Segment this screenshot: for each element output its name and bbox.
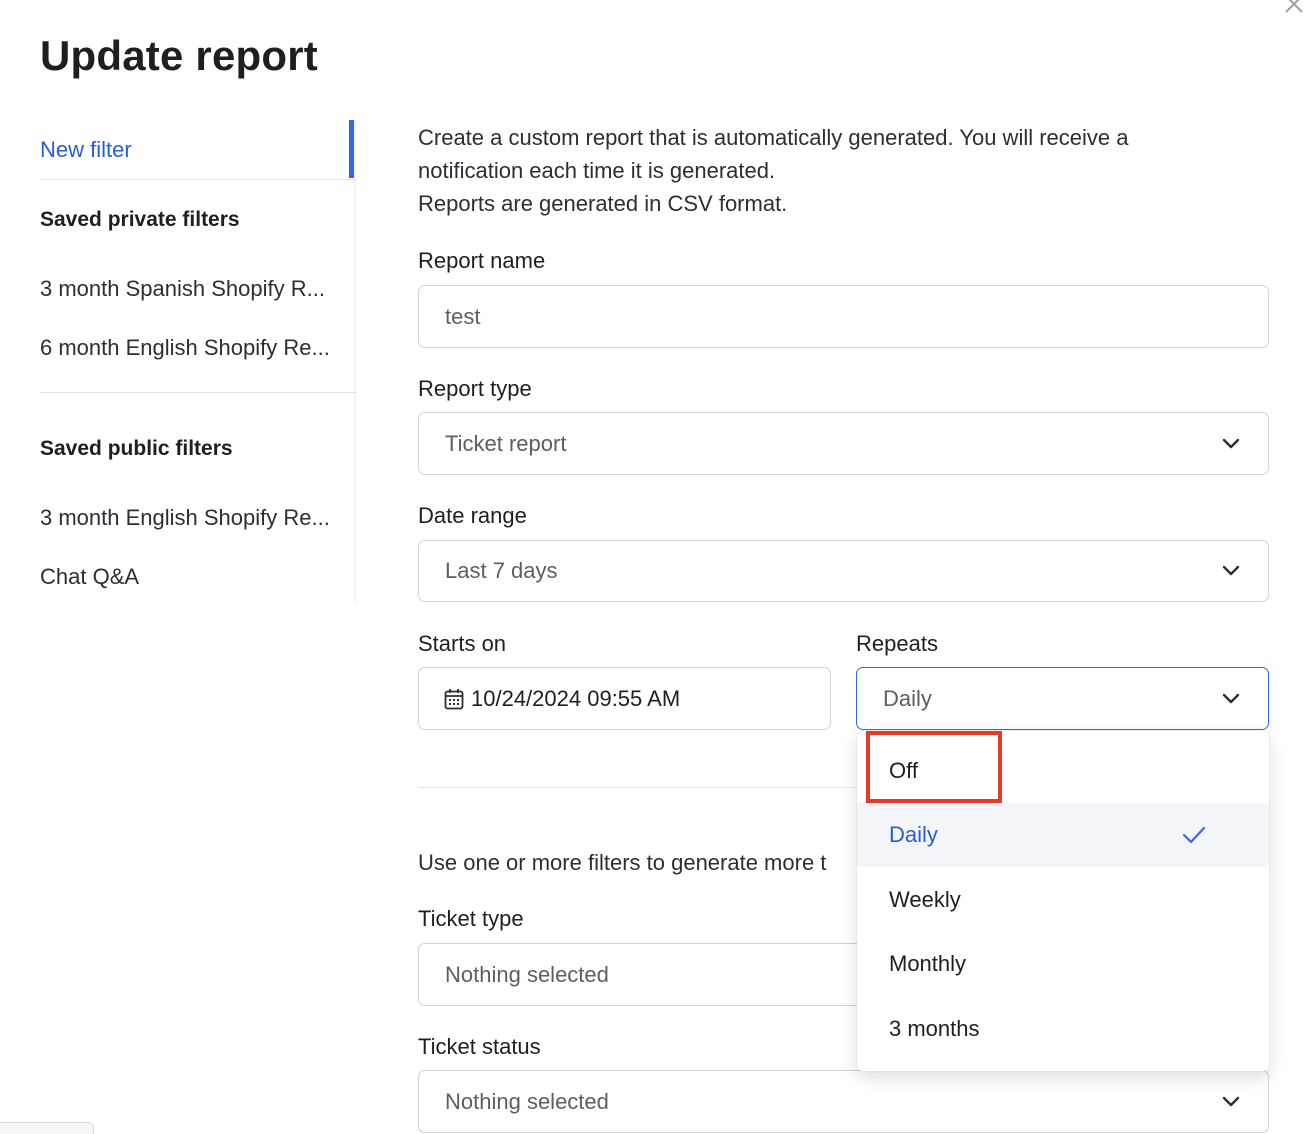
date-range-label: Date range <box>418 503 527 528</box>
repeats-option-monthly[interactable]: Monthly <box>857 932 1269 996</box>
report-name-value: test <box>445 303 481 329</box>
report-type-label: Report type <box>418 376 532 401</box>
date-range-value: Last 7 days <box>445 558 558 583</box>
repeats-option-daily[interactable]: Daily <box>857 803 1269 867</box>
divider <box>40 392 356 393</box>
annotation-highlight-box <box>866 731 1002 803</box>
option-label: Weekly <box>889 887 961 912</box>
report-name-label: Report name <box>418 248 546 273</box>
report-name-input[interactable]: test <box>418 285 1269 348</box>
section-divider <box>418 787 858 788</box>
repeats-label: Repeats <box>856 631 938 656</box>
starts-on-input[interactable]: 10/24/2024 09:55 AM <box>418 667 831 730</box>
date-range-select[interactable]: Last 7 days <box>418 540 1269 602</box>
description-line-3: Reports are generated in CSV format. <box>418 191 788 216</box>
filters-intro-text: Use one or more filters to generate more… <box>418 850 827 875</box>
repeats-option-weekly[interactable]: Weekly <box>857 868 1269 932</box>
ticket-status-value: Nothing selected <box>445 1088 609 1114</box>
modal-title: Update report <box>40 32 318 79</box>
ticket-type-value: Nothing selected <box>445 961 609 987</box>
description-line-1: Create a custom report that is automatic… <box>418 125 1129 150</box>
sidebar-item-new-filter[interactable]: New filter <box>40 137 132 163</box>
private-filters-heading: Saved private filters <box>40 208 240 231</box>
starts-on-value: 10/24/2024 09:55 AM <box>471 685 681 711</box>
bottom-left-tab <box>0 1122 94 1134</box>
report-type-select[interactable]: Ticket report <box>418 412 1269 475</box>
divider <box>40 179 356 180</box>
report-type-value: Ticket report <box>445 430 567 456</box>
repeats-select[interactable]: Daily <box>856 667 1269 730</box>
public-filters-heading: Saved public filters <box>40 437 233 460</box>
sidebar-item-public-1[interactable]: 3 month English Shopify Re... <box>40 505 330 531</box>
ticket-status-select[interactable]: Nothing selected <box>418 1070 1269 1133</box>
description-line-2: notification each time it is generated. <box>418 158 776 183</box>
checkmark-icon <box>1182 826 1206 844</box>
ticket-status-label: Ticket status <box>418 1034 541 1059</box>
calendar-icon <box>444 688 464 709</box>
sidebar-shadow <box>354 120 358 602</box>
option-label: 3 months <box>889 1016 980 1041</box>
option-label: Monthly <box>889 951 967 976</box>
starts-on-label: Starts on <box>418 631 507 656</box>
option-label: Daily <box>889 822 938 847</box>
chevron-down-icon <box>1222 438 1240 448</box>
repeats-option-3-months[interactable]: 3 months <box>857 997 1269 1061</box>
repeats-value: Daily <box>883 685 932 711</box>
chevron-down-icon <box>1222 1096 1240 1106</box>
sidebar-item-public-2[interactable]: Chat Q&A <box>40 564 139 590</box>
sidebar-item-private-1[interactable]: 3 month Spanish Shopify R... <box>40 276 325 302</box>
close-icon[interactable] <box>1282 0 1306 16</box>
ticket-type-label: Ticket type <box>418 906 524 931</box>
chevron-down-icon <box>1222 693 1240 703</box>
sidebar-item-private-2[interactable]: 6 month English Shopify Re... <box>40 335 330 361</box>
filters-sidebar: New filter Saved private filters 3 month… <box>40 120 356 602</box>
chevron-down-icon <box>1222 565 1240 576</box>
